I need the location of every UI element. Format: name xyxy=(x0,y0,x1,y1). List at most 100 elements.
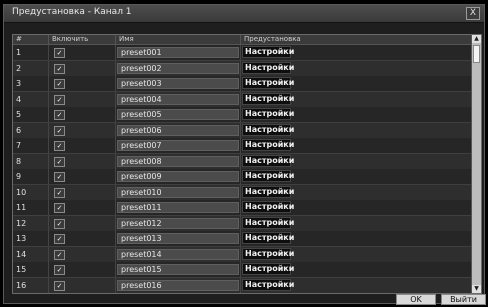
settings-button[interactable]: Настройки xyxy=(242,108,294,120)
close-button[interactable]: X xyxy=(466,7,480,20)
title-bar: Предустановка - Канал 1 X xyxy=(4,5,484,23)
enable-cell: ✓ xyxy=(49,169,116,184)
enable-checkbox[interactable]: ✓ xyxy=(54,280,65,291)
preset-name-field[interactable]: preset010 xyxy=(117,186,239,198)
name-cell: preset014 xyxy=(116,246,241,262)
enable-checkbox[interactable]: ✓ xyxy=(54,234,65,244)
row-number: 3 xyxy=(13,76,49,91)
scroll-thumb[interactable] xyxy=(473,45,480,63)
preset-cell: Настройки xyxy=(241,138,471,153)
enable-cell: ✓ xyxy=(49,60,116,76)
enable-cell: ✓ xyxy=(49,138,116,153)
enable-checkbox[interactable]: ✓ xyxy=(54,203,65,213)
preset-name-field[interactable]: preset002 xyxy=(117,62,239,74)
enable-checkbox[interactable]: ✓ xyxy=(54,249,65,260)
enable-cell: ✓ xyxy=(49,153,116,169)
preset-name-field[interactable]: preset015 xyxy=(117,264,239,275)
enable-cell: ✓ xyxy=(49,107,116,122)
preset-table: # Включить Имя Предустановка 1 ✓ preset001… xyxy=(12,34,482,294)
name-cell: preset012 xyxy=(116,215,241,231)
preset-cell: Настройки xyxy=(241,61,471,76)
row-number: 8 xyxy=(13,153,49,169)
preset-cell: Настройки xyxy=(241,231,471,246)
enable-checkbox[interactable]: ✓ xyxy=(54,172,65,182)
header-name: Имя xyxy=(116,35,241,44)
name-cell: preset003 xyxy=(116,76,241,91)
settings-button[interactable]: Настройки xyxy=(242,154,294,167)
preset-name-field[interactable]: preset006 xyxy=(117,124,239,136)
preset-cell: Настройки xyxy=(241,45,471,60)
exit-button[interactable]: Выйти xyxy=(441,294,486,305)
row-number: 16 xyxy=(13,277,49,293)
enable-checkbox[interactable]: ✓ xyxy=(54,265,65,275)
settings-button[interactable]: Настройки xyxy=(242,92,294,105)
preset-name-field[interactable]: preset016 xyxy=(117,279,239,291)
row-number: 2 xyxy=(13,60,49,76)
preset-name-field[interactable]: preset007 xyxy=(117,140,239,151)
preset-cell: Настройки xyxy=(241,123,471,138)
settings-button[interactable]: Настройки xyxy=(242,77,294,89)
enable-cell: ✓ xyxy=(49,246,116,262)
preset-cell: Настройки xyxy=(241,278,471,293)
preset-cell: Настройки xyxy=(241,76,471,91)
enable-cell: ✓ xyxy=(49,262,116,277)
row-number: 4 xyxy=(13,91,49,107)
preset-name-field[interactable]: preset003 xyxy=(117,78,239,89)
row-number: 13 xyxy=(13,231,49,246)
settings-button[interactable]: Настройки xyxy=(242,216,294,229)
enable-cell: ✓ xyxy=(49,200,116,215)
settings-button[interactable]: Настройки xyxy=(242,278,294,291)
ok-button[interactable]: OK xyxy=(396,294,436,305)
settings-button[interactable]: Настройки xyxy=(242,139,294,151)
preset-name-field[interactable]: preset008 xyxy=(117,155,239,167)
name-cell: preset010 xyxy=(116,184,241,200)
dialog-title: Предустановка - Канал 1 xyxy=(12,7,132,17)
settings-button[interactable]: Настройки xyxy=(242,247,294,260)
settings-button[interactable]: Настройки xyxy=(242,201,294,213)
enable-checkbox[interactable]: ✓ xyxy=(54,125,65,136)
settings-button[interactable]: Настройки xyxy=(242,263,294,275)
preset-cell: Настройки xyxy=(241,185,471,200)
header-preset: Предустановка xyxy=(244,35,301,43)
preset-dialog: Предустановка - Канал 1 X # Включить Имя… xyxy=(3,4,486,305)
preset-cell: Настройки xyxy=(241,107,471,122)
enable-checkbox[interactable]: ✓ xyxy=(54,156,65,167)
settings-button[interactable]: Настройки xyxy=(242,61,294,74)
enable-cell: ✓ xyxy=(49,184,116,200)
table-row: 1 ✓ preset001 Настройки xyxy=(13,45,471,61)
preset-name-field[interactable]: preset013 xyxy=(117,233,239,244)
enable-checkbox[interactable]: ✓ xyxy=(54,94,65,105)
settings-button[interactable]: Настройки xyxy=(242,170,294,182)
settings-button[interactable]: Настройки xyxy=(242,123,294,136)
name-cell: preset005 xyxy=(116,107,241,122)
enable-checkbox[interactable]: ✓ xyxy=(54,218,65,229)
preset-name-field[interactable]: preset009 xyxy=(117,171,239,182)
preset-name-field[interactable]: preset011 xyxy=(117,202,239,213)
enable-cell: ✓ xyxy=(49,215,116,231)
enable-cell: ✓ xyxy=(49,91,116,107)
enable-checkbox[interactable]: ✓ xyxy=(54,110,65,120)
enable-checkbox[interactable]: ✓ xyxy=(54,79,65,89)
preset-name-field[interactable]: preset012 xyxy=(117,217,239,229)
enable-cell: ✓ xyxy=(49,231,116,246)
preset-name-field[interactable]: preset001 xyxy=(117,47,239,58)
name-cell: preset009 xyxy=(116,169,241,184)
enable-checkbox[interactable]: ✓ xyxy=(54,63,65,74)
settings-button[interactable]: Настройки xyxy=(242,185,294,198)
scroll-down-arrow-icon[interactable]: ▼ xyxy=(472,285,481,293)
name-cell: preset001 xyxy=(116,45,241,60)
settings-button[interactable]: Настройки xyxy=(242,46,294,58)
enable-checkbox[interactable]: ✓ xyxy=(54,187,65,198)
scrollbar[interactable]: ▲ ▼ xyxy=(471,35,481,293)
preset-name-field[interactable]: preset004 xyxy=(117,93,239,105)
preset-name-field[interactable]: preset005 xyxy=(117,109,239,120)
enable-checkbox[interactable]: ✓ xyxy=(54,48,65,58)
name-cell: preset002 xyxy=(116,60,241,76)
settings-button[interactable]: Настройки xyxy=(242,232,294,244)
name-cell: preset006 xyxy=(116,122,241,138)
table-row: 5 ✓ preset005 Настройки xyxy=(13,107,471,123)
row-number: 9 xyxy=(13,169,49,184)
preset-name-field[interactable]: preset014 xyxy=(117,248,239,260)
enable-checkbox[interactable]: ✓ xyxy=(54,141,65,151)
scroll-up-arrow-icon[interactable]: ▲ xyxy=(472,35,481,43)
